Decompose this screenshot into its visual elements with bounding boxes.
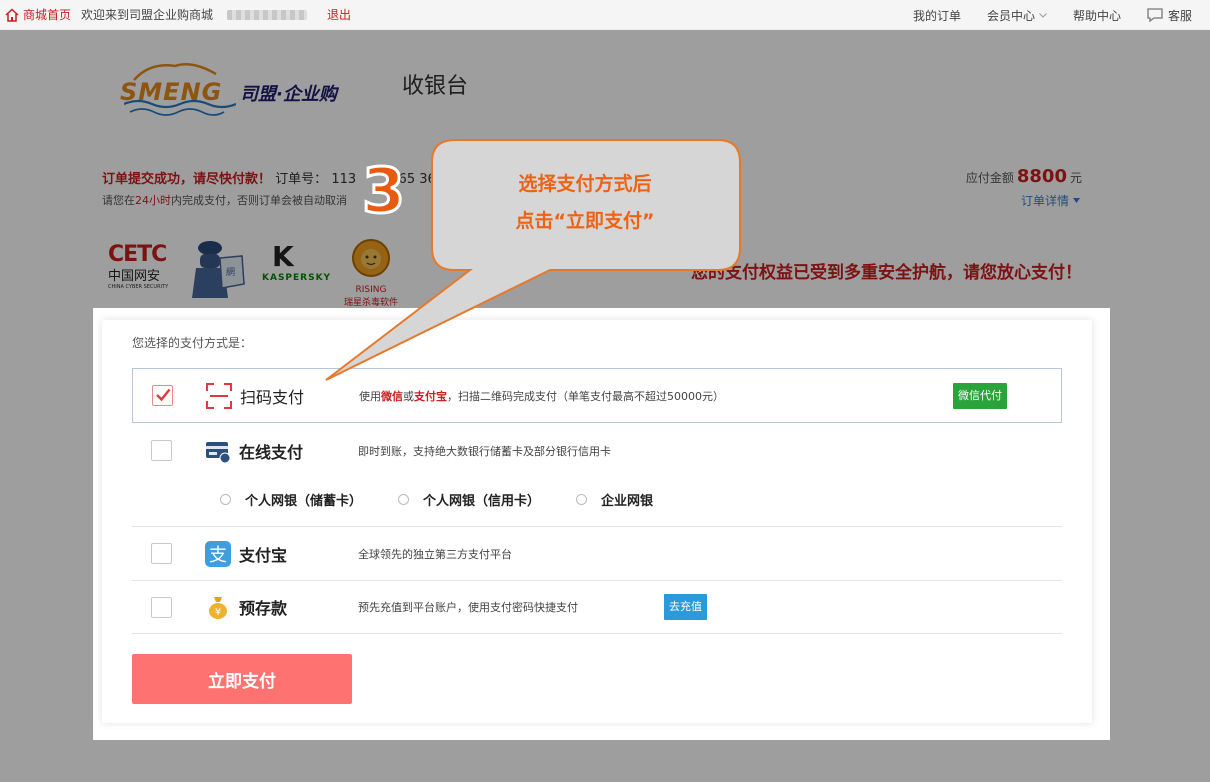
deposit-pay-name: 预存款 (239, 599, 288, 618)
deposit-pay-desc: 预先充值到平台账户，使用支付密码快捷支付 (358, 601, 578, 614)
radio-button[interactable] (220, 494, 231, 505)
amount-unit: 元 (1069, 171, 1082, 185)
help-center-link[interactable]: 帮助中心 (1073, 7, 1121, 24)
alipay-checkbox[interactable] (151, 543, 172, 564)
scan-desc-alipay: 支付宝 (414, 389, 447, 403)
hint-after: 内完成支付，否则订单会被自动取消 (171, 194, 347, 207)
page-title: 收银台 (402, 74, 469, 99)
radio-button[interactable] (576, 494, 588, 505)
scan-desc-suffix: ，扫描二维码完成支付（单笔支付最高不超过50000元） (447, 389, 724, 403)
cetc-cn-text: 中国网安 (108, 269, 161, 284)
scan-checkbox[interactable] (152, 385, 173, 406)
home-icon (5, 7, 19, 22)
cetc-logo: CETC 中国网安 CHINA CYBER SECURITY (108, 242, 174, 298)
payment-option-alipay[interactable]: 支 支付宝 全球领先的独立第三方支付平台 (132, 526, 1062, 580)
member-center-label: 会员中心 (986, 8, 1035, 23)
deposit-checkbox[interactable] (151, 596, 172, 618)
customer-service-link[interactable]: 客服 (1147, 7, 1192, 24)
username-masked (227, 9, 308, 20)
payment-option-deposit[interactable]: ¥ 预存款 预先充值到平台账户，使用支付密码快捷支付 去充值 (132, 580, 1062, 634)
security-message: 您的支付权益已受到多重安全护航，请您放心支付！ (691, 263, 1082, 283)
svg-text:¥: ¥ (215, 607, 221, 618)
bank-option-label: 个人网银（信用卡） (423, 494, 541, 509)
chevron-down-icon (1039, 12, 1047, 18)
bank-card-icon (206, 441, 231, 463)
radio-button[interactable] (398, 494, 410, 505)
money-bag-icon: ¥ (209, 597, 227, 619)
svg-text:支: 支 (209, 545, 227, 566)
pay-now-button[interactable]: 立即支付 (132, 654, 352, 704)
chat-icon (1147, 8, 1163, 22)
recharge-button[interactable]: 去充值 (664, 594, 707, 620)
kaspersky-k-icon: K (272, 240, 294, 273)
callout-line-2: 点击“立即支付” (515, 210, 655, 232)
hint-before: 请您在 (102, 194, 135, 207)
lion-icon (352, 239, 390, 277)
order-detail-link[interactable]: 订单详情 (1021, 192, 1080, 209)
wechat-proxy-pay-button[interactable]: 微信代付 (953, 382, 1007, 409)
callout-text: 选择支付方式后 点击“立即支付” (432, 166, 738, 240)
alipay-pay-name: 支付宝 (239, 545, 288, 565)
scan-desc-prefix: 使用 (359, 389, 381, 403)
online-pay-desc: 即时到账，支持绝大数银行储蓄卡及部分银行信用卡 (358, 444, 611, 458)
payment-method-title: 您选择的支付方式是： (132, 336, 253, 350)
rising-cn-text: 瑞星杀毒软件 (343, 298, 398, 308)
order-detail-label: 订单详情 (1020, 194, 1069, 208)
top-bar: 商城首页 欢迎来到司盟企业购商城 退出 我的订单 会员中心 帮助中心 客服 (0, 0, 1210, 30)
order-number-label: 订单号： (275, 172, 328, 187)
payment-panel: 您选择的支付方式是： 扫码支付 使用微信或支付宝，扫描二维码完成支付（单笔支付最… (102, 320, 1092, 723)
scan-desc-wechat: 微信 (381, 389, 403, 403)
amount-label: 应付金额 (965, 171, 1014, 185)
police-figure-icon: 網 (192, 241, 245, 298)
rising-en-text: RISING (355, 285, 387, 295)
order-success-message: 订单提交成功，请尽快付款！ (102, 172, 272, 187)
welcome-text: 欢迎来到司盟企业购商城 (81, 8, 214, 22)
caret-down-icon (1073, 198, 1080, 203)
member-center-menu[interactable]: 会员中心 (987, 7, 1047, 24)
logout-link[interactable]: 退出 (327, 6, 351, 23)
logo-cn-text: 司盟·企业购 (240, 84, 337, 105)
payment-option-online[interactable]: 在线支付 即时到账，支持绝大数银行储蓄卡及部分银行信用卡 (132, 423, 1062, 478)
hint-deadline: 24小时 (135, 194, 171, 207)
police-badge-logo: 網 (186, 238, 248, 300)
online-pay-name: 在线支付 (239, 442, 304, 462)
alipay-icon: 支 (205, 540, 231, 567)
online-checkbox[interactable] (151, 440, 172, 461)
bank-option-label: 个人网银（储蓄卡） (245, 494, 363, 509)
scan-pay-desc: 使用微信或支付宝，扫描二维码完成支付（单笔支付最高不超过50000元） (359, 388, 724, 404)
kaspersky-text: KASPERSKY (262, 273, 332, 283)
order-status-line: 订单提交成功，请尽快付款！ 订单号： 113 465 36394 (102, 168, 461, 187)
order-number: 113 (331, 172, 357, 187)
order-payment-hint: 请您在24小时内完成支付，否则订单会被自动取消 (102, 192, 347, 208)
amount-value: 8800 (1016, 166, 1067, 187)
my-orders-link[interactable]: 我的订单 (913, 7, 961, 24)
bank-option-label: 企业网银 (601, 494, 654, 509)
bank-option-enterprise[interactable]: 企业网银 (576, 490, 653, 509)
home-label: 商城首页 (23, 8, 72, 22)
bank-options: 个人网银（储蓄卡） 个人网银（信用卡） 企业网银 (220, 490, 653, 509)
cetc-text: CETC (108, 242, 167, 267)
scan-pay-name: 扫码支付 (240, 387, 305, 407)
rising-logo: RISING 瑞星杀毒软件 (336, 238, 406, 308)
cetc-en-text: CHINA CYBER SECURITY (108, 284, 169, 290)
amount-due: 应付金额 8800 元 (966, 166, 1082, 187)
scan-desc-or: 或 (403, 389, 414, 403)
checkmark-icon (156, 388, 171, 402)
logo-wave-icon (124, 99, 236, 116)
home-link[interactable]: 商城首页 (5, 6, 71, 23)
customer-service-label: 客服 (1167, 8, 1192, 23)
bank-option-personal-credit[interactable]: 个人网银（信用卡） (398, 490, 540, 509)
bank-option-personal-debit[interactable]: 个人网银（储蓄卡） (220, 490, 362, 509)
scan-qr-icon (206, 382, 232, 409)
callout-line-1: 选择支付方式后 (518, 173, 652, 195)
kaspersky-logo: K KASPERSKY (262, 240, 332, 298)
payment-option-scan[interactable]: 扫码支付 使用微信或支付宝，扫描二维码完成支付（单笔支付最高不超过50000元）… (132, 368, 1062, 423)
step-number: 3 (360, 154, 406, 227)
site-logo[interactable]: SMENG 司盟·企业购 (120, 60, 350, 122)
svg-text:網: 網 (226, 266, 235, 278)
alipay-pay-desc: 全球领先的独立第三方支付平台 (358, 547, 512, 561)
